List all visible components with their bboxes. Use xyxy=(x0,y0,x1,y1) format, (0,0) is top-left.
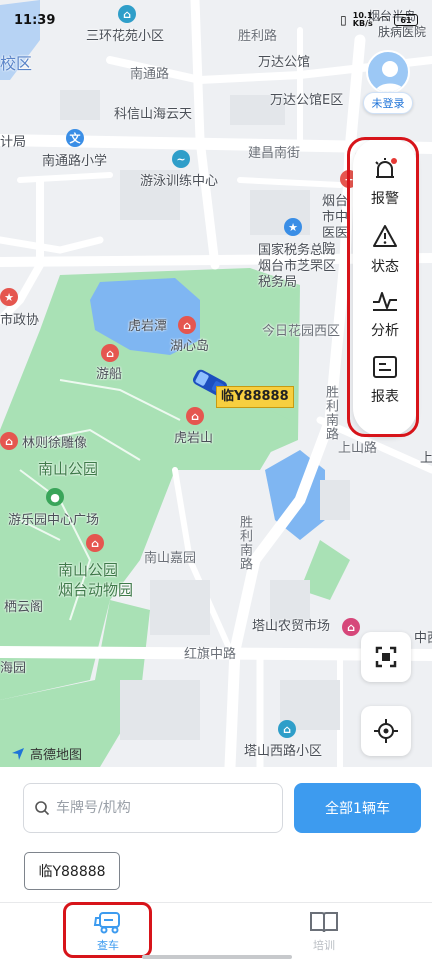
poi-icon: 文 xyxy=(66,129,84,147)
battery-icon: 61 xyxy=(394,14,418,26)
network-speed: 10.1 KB/s xyxy=(352,11,373,28)
map-label: 虎岩山 xyxy=(174,431,214,446)
tab-training-label: 培训 xyxy=(313,939,335,952)
map-label: 红旗中路 xyxy=(184,647,237,662)
amap-logo: 高德地图 xyxy=(10,744,82,763)
status-label: 状态 xyxy=(371,259,399,275)
crosshair-icon xyxy=(374,719,398,743)
battery-level: 61 xyxy=(400,15,412,25)
map-label: 南山公园 xyxy=(38,460,99,478)
analysis-button[interactable]: 分析 xyxy=(353,288,417,350)
wifi-icon: ◠ xyxy=(378,13,388,27)
map-label: 游泳训练中心 xyxy=(140,174,219,189)
vehicle-plate-chip[interactable]: 临Y88888 xyxy=(24,852,120,890)
map-label: 校区 xyxy=(0,54,33,73)
map-label: 胜利南路 xyxy=(323,385,338,441)
alarm-icon xyxy=(375,158,397,178)
poi-icon: ★ xyxy=(0,288,18,306)
map-label: 今日花园西区 xyxy=(262,324,341,339)
status-button[interactable]: 状态 xyxy=(353,224,417,286)
report-label: 报表 xyxy=(371,389,399,405)
home-indicator xyxy=(142,955,292,959)
analysis-label: 分析 xyxy=(371,323,399,339)
map-label: 林则徐雕像 xyxy=(22,436,88,451)
vibrate-icon: ▯ xyxy=(340,13,347,27)
tab-vehicle[interactable]: 查车 xyxy=(68,909,148,959)
poi-icon: ⌂ xyxy=(342,618,360,636)
status-bar: 11:39 ▯ 10.1 KB/s ◠ 61 xyxy=(0,0,432,40)
poi-icon: ⌂ xyxy=(178,316,196,334)
map-label: 塔山农贸市场 xyxy=(252,619,331,634)
status-time: 11:39 xyxy=(14,12,56,28)
poi-icon: ~ xyxy=(172,150,190,168)
map-label: 栖云阁 xyxy=(4,600,44,615)
search-box[interactable] xyxy=(23,783,283,833)
book-icon xyxy=(310,912,338,933)
tab-vehicle-label: 查车 xyxy=(97,939,119,952)
alarm-label: 报警 xyxy=(371,191,399,207)
login-button[interactable]: 未登录 xyxy=(363,92,413,114)
fullscreen-button[interactable] xyxy=(361,632,411,682)
user-avatar[interactable] xyxy=(366,50,410,94)
map-label: 游船 xyxy=(96,367,123,382)
map-label: 塔山西路小区 xyxy=(244,744,323,759)
alarm-button[interactable]: 报警 xyxy=(353,156,417,218)
map-label: 中西 xyxy=(414,631,432,646)
map-label: 南山公园 烟台动物园 xyxy=(58,561,134,599)
warning-icon xyxy=(373,225,397,247)
report-icon xyxy=(373,356,397,378)
map-label: 虎岩潭 xyxy=(128,319,168,334)
navigation-arrow-icon xyxy=(12,747,24,760)
fullscreen-icon xyxy=(375,646,397,668)
all-vehicles-button[interactable]: 全部1辆车 xyxy=(294,783,421,833)
tab-training[interactable]: 培训 xyxy=(284,909,364,959)
map-label: 南通路小学 xyxy=(42,154,108,169)
map-label: 湖心岛 xyxy=(170,339,210,354)
truck-icon xyxy=(93,912,120,934)
search-input[interactable] xyxy=(56,800,266,816)
poi-icon: ⌂ xyxy=(86,534,104,552)
function-panel: 报警 状态 分析 报表 xyxy=(353,138,417,436)
poi-icon: ⌂ xyxy=(186,407,204,425)
poi-icon: ● xyxy=(46,488,64,506)
map-label: 上山路 xyxy=(338,441,378,456)
map-label: 游乐园中心广场 xyxy=(8,513,100,528)
map-label: 市政协 xyxy=(0,313,40,328)
vehicle-plate-tag[interactable]: 临Y88888 xyxy=(216,386,294,408)
map-label: 南山嘉园 xyxy=(144,551,197,566)
report-button[interactable]: 报表 xyxy=(353,354,417,416)
map-label: 烟台市中医医院 xyxy=(322,194,349,257)
pulse-icon xyxy=(373,292,397,311)
poi-icon: ★ xyxy=(284,218,302,236)
locate-button[interactable] xyxy=(361,706,411,756)
map-label: 南通路 xyxy=(130,67,170,82)
search-icon xyxy=(35,801,50,816)
map-label: 建昌南街 xyxy=(248,146,301,161)
poi-icon: ⌂ xyxy=(101,344,119,362)
map-label: 上 xyxy=(420,451,432,466)
poi-icon: ⌂ xyxy=(0,432,18,450)
map-label: 万达公馆E区 xyxy=(270,93,344,108)
map-label: 计局 xyxy=(0,135,27,150)
poi-icon: ⌂ xyxy=(278,720,296,738)
map-label: 胜利南路 xyxy=(237,515,252,571)
map-label: 科信山海云天 xyxy=(114,107,193,122)
map-label: 海园 xyxy=(0,661,27,676)
map-label: 万达公馆 xyxy=(258,55,311,70)
amap-logo-text: 高德地图 xyxy=(30,748,83,763)
